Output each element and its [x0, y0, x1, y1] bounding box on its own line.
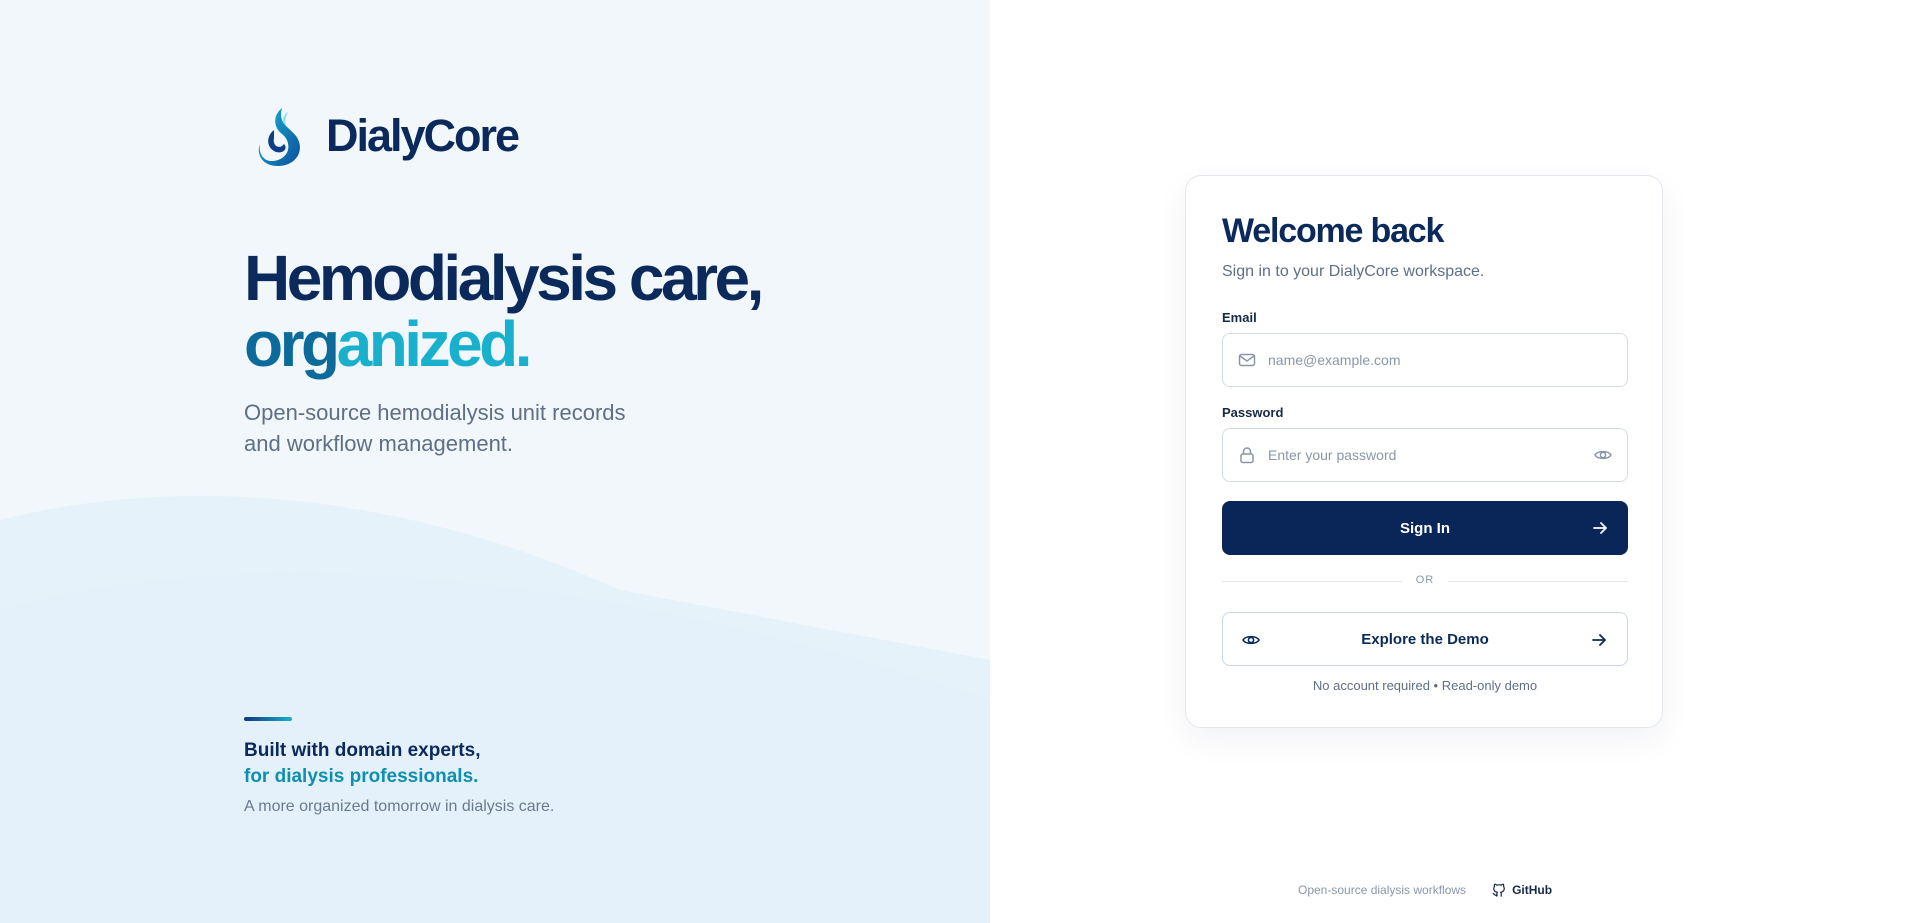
footer-text: Open-source dialysis workflows: [1298, 883, 1467, 897]
hero-line-2-part-2: anized: [336, 308, 519, 380]
email-label: Email: [1222, 310, 1257, 325]
login-subtitle: Sign in to your DialyCore workspace.: [1222, 263, 1485, 280]
sign-in-button[interactable]: Sign In: [1222, 501, 1628, 555]
hero-line-1: Hemodialysis care,: [244, 242, 764, 314]
github-label: GitHub: [1512, 883, 1553, 897]
or-divider: OR: [1222, 574, 1628, 588]
hero-headline: Hemodialysis care, organized.: [244, 242, 764, 377]
brand-name: DialyCore: [326, 110, 520, 161]
divider-line-right: [1448, 581, 1628, 582]
hero-line-2: organized.: [244, 311, 761, 377]
hero-panel: DialyCore Hemodialysis care, organized. …: [0, 0, 990, 923]
show-password-eye-icon[interactable]: [1593, 445, 1613, 465]
droplet-logo-icon: [258, 108, 300, 166]
password-field[interactable]: [1222, 428, 1628, 482]
hero-line-2-part-1: org: [244, 308, 340, 380]
tagline: A more organized tomorrow in dialysis ca…: [244, 798, 555, 815]
login-title: Welcome back: [1222, 212, 1444, 250]
explore-demo-label: Explore the Demo: [1361, 630, 1489, 648]
email-input[interactable]: [1268, 352, 1627, 368]
sign-in-label: Sign In: [1400, 519, 1450, 537]
footer: Open-source dialysis workflows GitHub: [1298, 883, 1552, 897]
login-card: Welcome back Sign in to your DialyCore w…: [1185, 175, 1663, 728]
mail-icon: [1238, 353, 1256, 367]
explore-demo-button[interactable]: Explore the Demo: [1222, 612, 1628, 666]
arrow-right-icon: [1592, 634, 1606, 646]
hero-line-2-part-3: .: [514, 308, 533, 380]
built-with-heading: Built with domain experts, for dialysis …: [244, 738, 480, 790]
hero-subtitle-line-2: and workflow management.: [244, 431, 514, 456]
demo-note: No account required • Read-only demo: [1312, 678, 1538, 693]
arrow-right-icon: [1593, 522, 1607, 534]
built-line-2: for dialysis professionals.: [244, 766, 479, 787]
password-input[interactable]: [1268, 447, 1593, 463]
github-icon: [1492, 883, 1505, 897]
accent-divider: [244, 717, 292, 721]
github-link[interactable]: GitHub: [1492, 883, 1552, 897]
brand: DialyCore: [252, 104, 520, 168]
hero-subtitle-line-1: Open-source hemodialysis unit records: [244, 400, 626, 425]
password-label: Password: [1222, 405, 1284, 420]
eye-icon: [1242, 635, 1260, 645]
email-field[interactable]: [1222, 333, 1628, 387]
hero-subtitle: Open-source hemodialysis unit records an…: [244, 397, 664, 459]
or-label: OR: [1415, 574, 1435, 586]
lock-icon: [1240, 447, 1254, 464]
built-line-1: Built with domain experts,: [244, 740, 481, 761]
